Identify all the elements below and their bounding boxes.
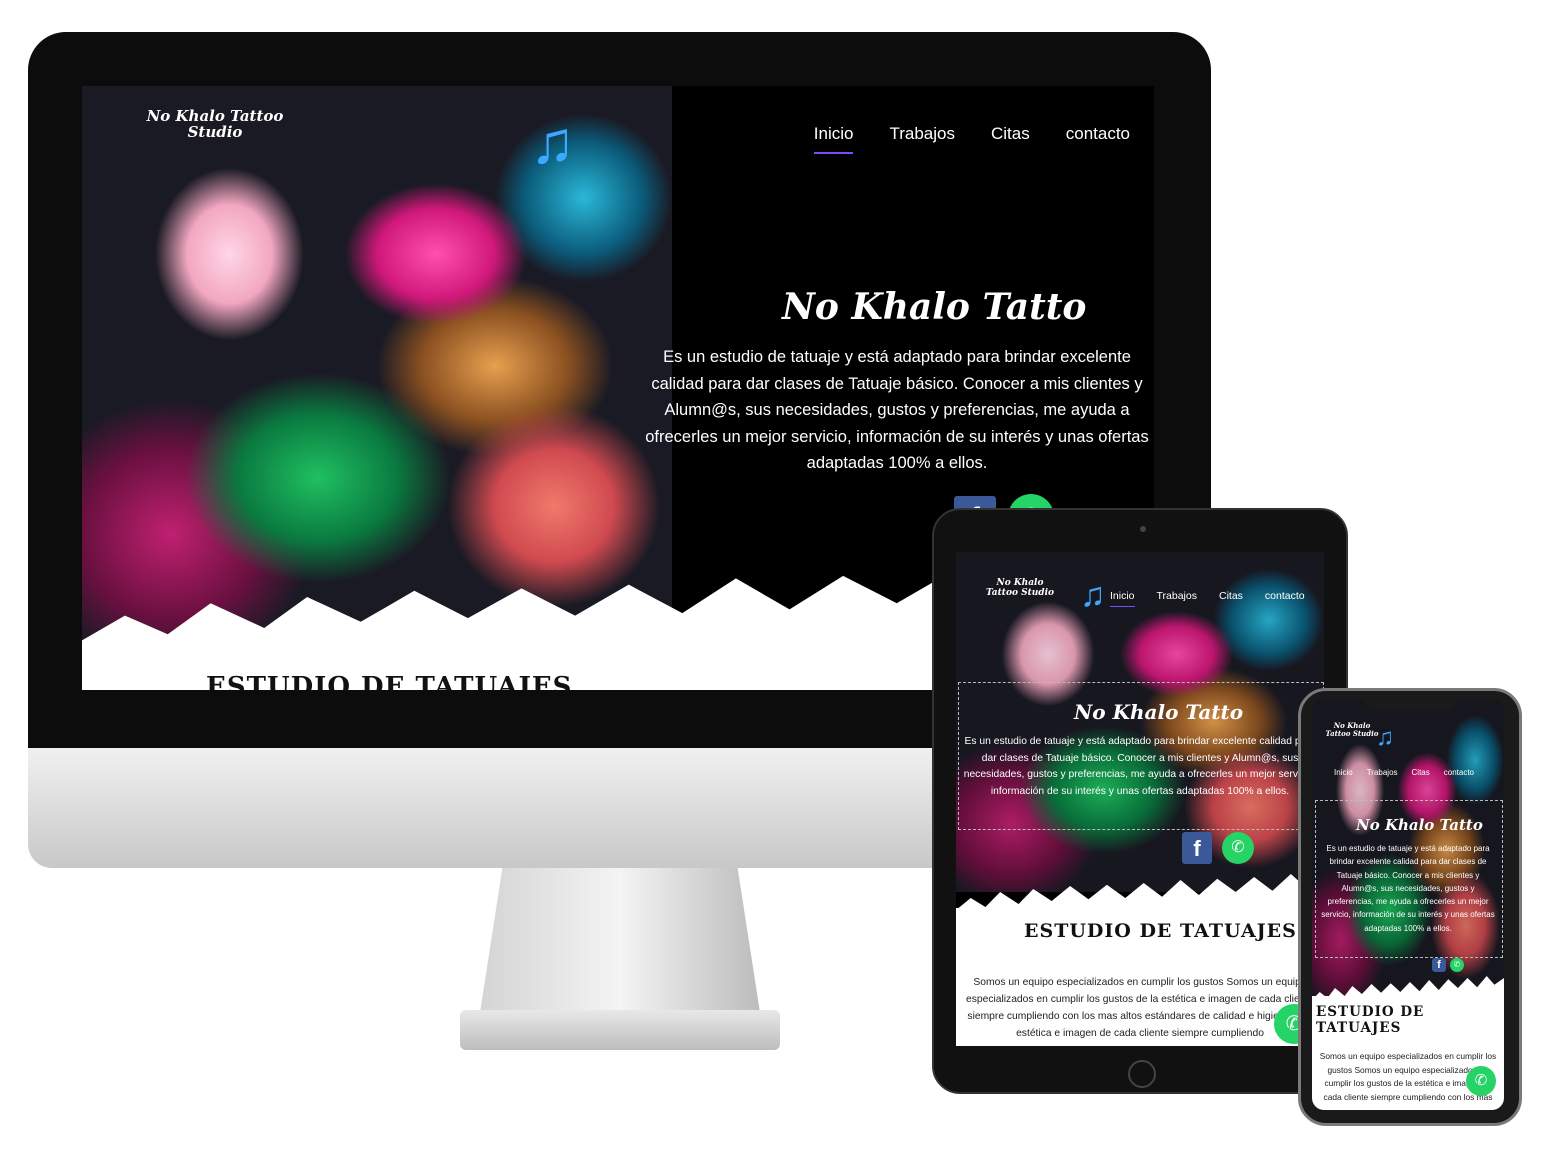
tablet-screen: No Khalo Tattoo Studio ♫ Inicio Trabajos… bbox=[956, 552, 1324, 1046]
nav-item-citas[interactable]: Citas bbox=[991, 124, 1030, 154]
main-nav: Inicio Trabajos Citas contacto bbox=[813, 124, 1130, 154]
nav-item-citas[interactable]: Citas bbox=[1412, 768, 1430, 777]
music-note-icon: ♫ bbox=[1080, 576, 1106, 614]
nav-item-inicio[interactable]: Inicio bbox=[813, 124, 854, 154]
whatsapp-icon[interactable]: ✆ bbox=[1222, 832, 1254, 864]
hero-title: No Khalo Tatto bbox=[1356, 816, 1483, 834]
logo-text: No Khalo Tattoo Studio bbox=[1325, 721, 1379, 738]
nav-item-contacto[interactable]: contacto bbox=[1444, 768, 1474, 777]
hero-description: Es un estudio de tatuaje y está adaptado… bbox=[645, 348, 1149, 472]
site-logo[interactable]: No Khalo Tattoo Studio bbox=[140, 108, 290, 188]
music-note-icon: ♫ bbox=[530, 109, 575, 176]
tablet-home-button bbox=[1128, 1060, 1156, 1088]
hero-description: Es un estudio de tatuaje y está adaptado… bbox=[1321, 844, 1495, 933]
facebook-icon[interactable]: f bbox=[1182, 832, 1212, 864]
main-nav: Inicio Trabajos Citas contacto bbox=[1334, 768, 1474, 777]
nav-item-trabajos[interactable]: Trabajos bbox=[1367, 768, 1398, 777]
site-logo[interactable]: No Khalo Tattoo Studio bbox=[980, 578, 1060, 598]
whatsapp-icon[interactable]: ✆ bbox=[1450, 958, 1464, 972]
nav-item-contacto[interactable]: contacto bbox=[1265, 590, 1305, 607]
music-note-icon: ♫ bbox=[1376, 724, 1394, 751]
nav-item-inicio[interactable]: Inicio bbox=[1334, 768, 1353, 777]
hero-description: Es un estudio de tatuaje y está adaptado… bbox=[963, 736, 1317, 797]
section-text: Somos un equipo especializados en cumpli… bbox=[965, 977, 1314, 1039]
phone-screen: No Khalo Tattoo Studio ♫ Inicio Trabajos… bbox=[1312, 700, 1504, 1110]
section-heading: ESTUDIO DE TATUAJES bbox=[1024, 920, 1297, 942]
phone-notch bbox=[1365, 695, 1455, 711]
logo-text: No Khalo Tattoo Studio bbox=[985, 578, 1055, 598]
imac-stand-base bbox=[460, 1010, 780, 1050]
main-nav: Inicio Trabajos Citas contacto bbox=[1110, 590, 1305, 607]
section-heading: ESTUDIO DE TATUAJES bbox=[206, 672, 573, 690]
nav-item-citas[interactable]: Citas bbox=[1219, 590, 1243, 607]
nav-item-inicio[interactable]: Inicio bbox=[1110, 590, 1135, 607]
hero-title: No Khalo Tatto bbox=[1074, 700, 1244, 724]
site-logo[interactable]: No Khalo Tattoo Studio bbox=[1324, 722, 1380, 738]
nav-item-trabajos[interactable]: Trabajos bbox=[1157, 590, 1197, 607]
nav-item-trabajos[interactable]: Trabajos bbox=[889, 124, 955, 154]
hero-title: No Khalo Tatto bbox=[782, 286, 1087, 328]
nav-item-contacto[interactable]: contacto bbox=[1066, 124, 1130, 154]
tablet-camera bbox=[1140, 526, 1146, 532]
section-heading: ESTUDIO DE TATUAJES bbox=[1316, 1004, 1425, 1036]
whatsapp-float-icon[interactable]: ✆ bbox=[1466, 1066, 1496, 1096]
facebook-icon[interactable]: f bbox=[1432, 958, 1446, 972]
logo-text: No Khalo Tattoo Studio bbox=[146, 107, 284, 141]
